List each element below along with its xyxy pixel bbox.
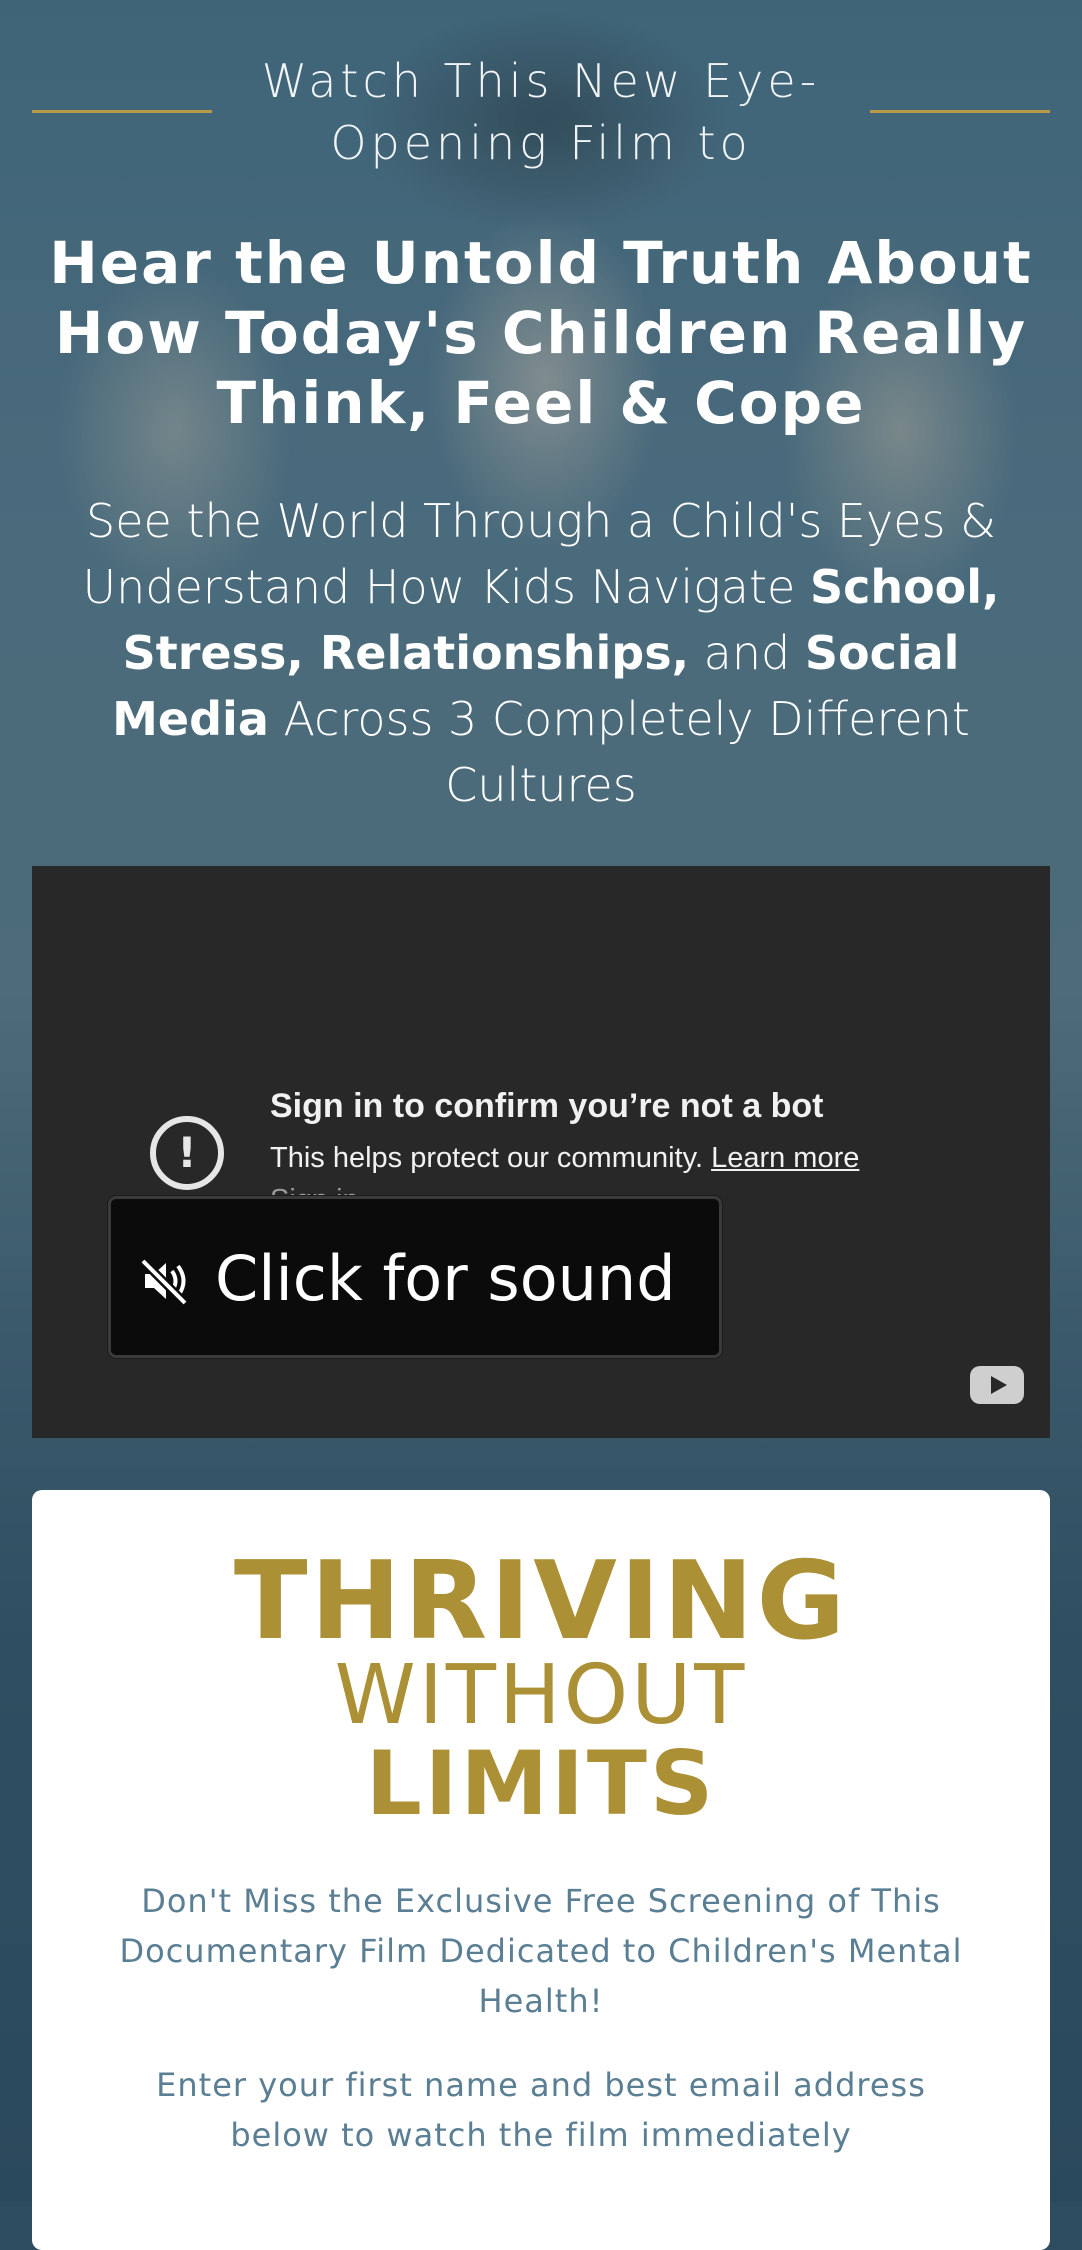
kicker: Watch This New Eye-Opening Film to xyxy=(32,50,1050,170)
speaker-muted-icon xyxy=(139,1257,189,1305)
kicker-text: Watch This New Eye-Opening Film to xyxy=(261,54,821,170)
subhead-text-2: and xyxy=(689,626,805,680)
subhead-text-3: Across 3 Completely Different Cultures xyxy=(268,692,970,812)
landing-page: Watch This New Eye-Opening Film to Hear … xyxy=(0,0,1082,2250)
thriving-without-limits-logo: THRIVING WITHOUT LIMITS xyxy=(32,1539,1050,1835)
signup-card: THRIVING WITHOUT LIMITS Don't Miss the E… xyxy=(32,1490,1050,2250)
signup-instructions: Enter your first name and best email add… xyxy=(156,2066,926,2154)
screening-promo-text: Don't Miss the Exclusive Free Screening … xyxy=(119,1882,963,2020)
logo-line-thriving: THRIVING xyxy=(233,1539,849,1664)
bot-check-text: This helps protect our community. xyxy=(270,1142,712,1174)
kicker-divider-right xyxy=(870,110,1050,113)
click-for-sound-button[interactable]: Click for sound xyxy=(108,1196,722,1358)
bot-check-description: This helps protect our community. Learn … xyxy=(270,1138,859,1178)
click-for-sound-label: Click for sound xyxy=(215,1242,676,1315)
kicker-divider-left xyxy=(32,110,212,113)
logo-line-without: WITHOUT xyxy=(334,1648,748,1743)
bot-check-title: Sign in to confirm you’re not a bot xyxy=(270,1087,824,1125)
logo-line-limits: LIMITS xyxy=(365,1732,717,1835)
page-subheadline: See the World Through a Child's Eyes & U… xyxy=(40,488,1042,818)
page-headline: Hear the Untold Truth About How Today's … xyxy=(49,229,1033,437)
youtube-icon[interactable] xyxy=(970,1366,1024,1404)
video-player[interactable]: ! Sign in to confirm you’re not a bot Th… xyxy=(32,866,1050,1438)
learn-more-link[interactable]: Learn more xyxy=(711,1142,859,1174)
alert-circle-icon: ! xyxy=(150,1116,224,1190)
